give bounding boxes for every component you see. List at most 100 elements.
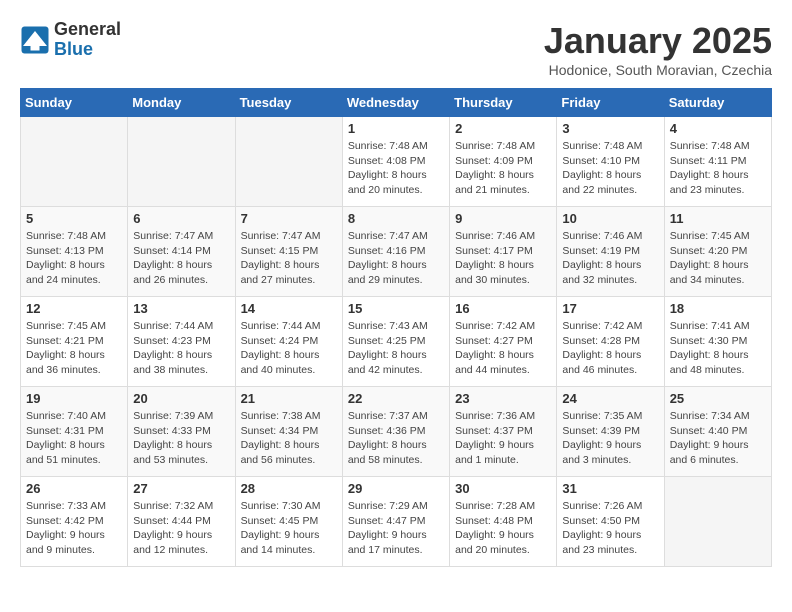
- day-info: Sunrise: 7:48 AM Sunset: 4:13 PM Dayligh…: [26, 229, 122, 288]
- location-subtitle: Hodonice, South Moravian, Czechia: [544, 62, 772, 78]
- day-info: Sunrise: 7:46 AM Sunset: 4:17 PM Dayligh…: [455, 229, 551, 288]
- table-row: [21, 117, 128, 207]
- day-info: Sunrise: 7:45 AM Sunset: 4:21 PM Dayligh…: [26, 319, 122, 378]
- calendar-week-row: 5 Sunrise: 7:48 AM Sunset: 4:13 PM Daylig…: [21, 207, 772, 297]
- day-number: 18: [670, 301, 766, 316]
- logo-blue: Blue: [54, 40, 121, 60]
- day-info: Sunrise: 7:48 AM Sunset: 4:08 PM Dayligh…: [348, 139, 444, 198]
- day-info: Sunrise: 7:44 AM Sunset: 4:23 PM Dayligh…: [133, 319, 229, 378]
- day-info: Sunrise: 7:29 AM Sunset: 4:47 PM Dayligh…: [348, 499, 444, 558]
- header-wednesday: Wednesday: [342, 89, 449, 117]
- day-number: 9: [455, 211, 551, 226]
- logo-icon: [20, 25, 50, 55]
- table-row: 9 Sunrise: 7:46 AM Sunset: 4:17 PM Daylig…: [450, 207, 557, 297]
- day-number: 7: [241, 211, 337, 226]
- table-row: 19Sunrise: 7:40 AM Sunset: 4:31 PM Dayli…: [21, 387, 128, 477]
- table-row: 3 Sunrise: 7:48 AM Sunset: 4:10 PM Daylig…: [557, 117, 664, 207]
- day-number: 2: [455, 121, 551, 136]
- calendar-week-row: 26 Sunrise: 7:33 AM Sunset: 4:42 PM Dayli…: [21, 477, 772, 567]
- table-row: 24 Sunrise: 7:35 AM Sunset: 4:39 PM Dayli…: [557, 387, 664, 477]
- day-number: 5: [26, 211, 122, 226]
- day-number: 23: [455, 391, 551, 406]
- day-number: 13: [133, 301, 229, 316]
- day-info: Sunrise: 7:47 AM Sunset: 4:16 PM Dayligh…: [348, 229, 444, 288]
- day-number: 21: [241, 391, 337, 406]
- day-number: 17: [562, 301, 658, 316]
- day-info: Sunrise: 7:42 AM Sunset: 4:27 PM Dayligh…: [455, 319, 551, 378]
- table-row: 25 Sunrise: 7:34 AM Sunset: 4:40 PM Dayli…: [664, 387, 771, 477]
- calendar-week-row: 12 Sunrise: 7:45 AM Sunset: 4:21 PM Dayli…: [21, 297, 772, 387]
- table-row: 26 Sunrise: 7:33 AM Sunset: 4:42 PM Dayli…: [21, 477, 128, 567]
- day-info: Sunrise: 7:43 AM Sunset: 4:25 PM Dayligh…: [348, 319, 444, 378]
- day-number: 3: [562, 121, 658, 136]
- day-number: 22: [348, 391, 444, 406]
- day-info: Sunrise: 7:44 AM Sunset: 4:24 PM Dayligh…: [241, 319, 337, 378]
- day-info: Sunrise: 7:47 AM Sunset: 4:14 PM Dayligh…: [133, 229, 229, 288]
- day-number: 30: [455, 481, 551, 496]
- day-number: 29: [348, 481, 444, 496]
- table-row: 30Sunrise: 7:28 AM Sunset: 4:48 PM Dayli…: [450, 477, 557, 567]
- table-row: 31 Sunrise: 7:26 AM Sunset: 4:50 PM Dayli…: [557, 477, 664, 567]
- table-row: [128, 117, 235, 207]
- table-row: 18 Sunrise: 7:41 AM Sunset: 4:30 PM Dayli…: [664, 297, 771, 387]
- table-row: 28Sunrise: 7:30 AM Sunset: 4:45 PM Dayli…: [235, 477, 342, 567]
- day-info: Sunrise: 7:30 AM Sunset: 4:45 PM Dayligh…: [241, 499, 337, 558]
- calendar-week-row: 19Sunrise: 7:40 AM Sunset: 4:31 PM Dayli…: [21, 387, 772, 477]
- table-row: 4Sunrise: 7:48 AM Sunset: 4:11 PM Daylig…: [664, 117, 771, 207]
- day-info: Sunrise: 7:34 AM Sunset: 4:40 PM Dayligh…: [670, 409, 766, 468]
- day-number: 8: [348, 211, 444, 226]
- header-saturday: Saturday: [664, 89, 771, 117]
- day-info: Sunrise: 7:32 AM Sunset: 4:44 PM Dayligh…: [133, 499, 229, 558]
- table-row: 20 Sunrise: 7:39 AM Sunset: 4:33 PM Dayli…: [128, 387, 235, 477]
- day-info: Sunrise: 7:33 AM Sunset: 4:42 PM Dayligh…: [26, 499, 122, 558]
- day-info: Sunrise: 7:36 AM Sunset: 4:37 PM Dayligh…: [455, 409, 551, 468]
- table-row: [235, 117, 342, 207]
- day-number: 26: [26, 481, 122, 496]
- day-info: Sunrise: 7:26 AM Sunset: 4:50 PM Dayligh…: [562, 499, 658, 558]
- header-thursday: Thursday: [450, 89, 557, 117]
- table-row: 29 Sunrise: 7:29 AM Sunset: 4:47 PM Dayli…: [342, 477, 449, 567]
- day-info: Sunrise: 7:38 AM Sunset: 4:34 PM Dayligh…: [241, 409, 337, 468]
- day-number: 20: [133, 391, 229, 406]
- day-info: Sunrise: 7:42 AM Sunset: 4:28 PM Dayligh…: [562, 319, 658, 378]
- day-info: Sunrise: 7:41 AM Sunset: 4:30 PM Dayligh…: [670, 319, 766, 378]
- header-sunday: Sunday: [21, 89, 128, 117]
- day-number: 19: [26, 391, 122, 406]
- day-number: 10: [562, 211, 658, 226]
- header-monday: Monday: [128, 89, 235, 117]
- day-number: 11: [670, 211, 766, 226]
- table-row: 22Sunrise: 7:37 AM Sunset: 4:36 PM Dayli…: [342, 387, 449, 477]
- logo-general: General: [54, 20, 121, 40]
- table-row: 12 Sunrise: 7:45 AM Sunset: 4:21 PM Dayli…: [21, 297, 128, 387]
- day-info: Sunrise: 7:48 AM Sunset: 4:11 PM Dayligh…: [670, 139, 766, 198]
- table-row: 17 Sunrise: 7:42 AM Sunset: 4:28 PM Dayli…: [557, 297, 664, 387]
- day-number: 1: [348, 121, 444, 136]
- header-tuesday: Tuesday: [235, 89, 342, 117]
- day-info: Sunrise: 7:39 AM Sunset: 4:33 PM Dayligh…: [133, 409, 229, 468]
- calendar-table: Sunday Monday Tuesday Wednesday Thursday…: [20, 88, 772, 567]
- day-info: Sunrise: 7:48 AM Sunset: 4:10 PM Dayligh…: [562, 139, 658, 198]
- day-number: 24: [562, 391, 658, 406]
- weekday-header-row: Sunday Monday Tuesday Wednesday Thursday…: [21, 89, 772, 117]
- day-info: Sunrise: 7:48 AM Sunset: 4:09 PM Dayligh…: [455, 139, 551, 198]
- day-info: Sunrise: 7:47 AM Sunset: 4:15 PM Dayligh…: [241, 229, 337, 288]
- table-row: 21 Sunrise: 7:38 AM Sunset: 4:34 PM Dayli…: [235, 387, 342, 477]
- day-number: 12: [26, 301, 122, 316]
- table-row: 11Sunrise: 7:45 AM Sunset: 4:20 PM Dayli…: [664, 207, 771, 297]
- table-row: 2 Sunrise: 7:48 AM Sunset: 4:09 PM Daylig…: [450, 117, 557, 207]
- table-row: 7 Sunrise: 7:47 AM Sunset: 4:15 PM Daylig…: [235, 207, 342, 297]
- table-row: 1 Sunrise: 7:48 AM Sunset: 4:08 PM Daylig…: [342, 117, 449, 207]
- logo: General Blue: [20, 20, 121, 60]
- header-friday: Friday: [557, 89, 664, 117]
- table-row: 23 Sunrise: 7:36 AM Sunset: 4:37 PM Dayli…: [450, 387, 557, 477]
- title-block: January 2025 Hodonice, South Moravian, C…: [544, 20, 772, 78]
- day-number: 16: [455, 301, 551, 316]
- day-number: 31: [562, 481, 658, 496]
- table-row: 15 Sunrise: 7:43 AM Sunset: 4:25 PM Dayli…: [342, 297, 449, 387]
- day-number: 15: [348, 301, 444, 316]
- table-row: 16 Sunrise: 7:42 AM Sunset: 4:27 PM Dayli…: [450, 297, 557, 387]
- table-row: 8 Sunrise: 7:47 AM Sunset: 4:16 PM Daylig…: [342, 207, 449, 297]
- day-info: Sunrise: 7:35 AM Sunset: 4:39 PM Dayligh…: [562, 409, 658, 468]
- day-number: 25: [670, 391, 766, 406]
- logo-text: General Blue: [54, 20, 121, 60]
